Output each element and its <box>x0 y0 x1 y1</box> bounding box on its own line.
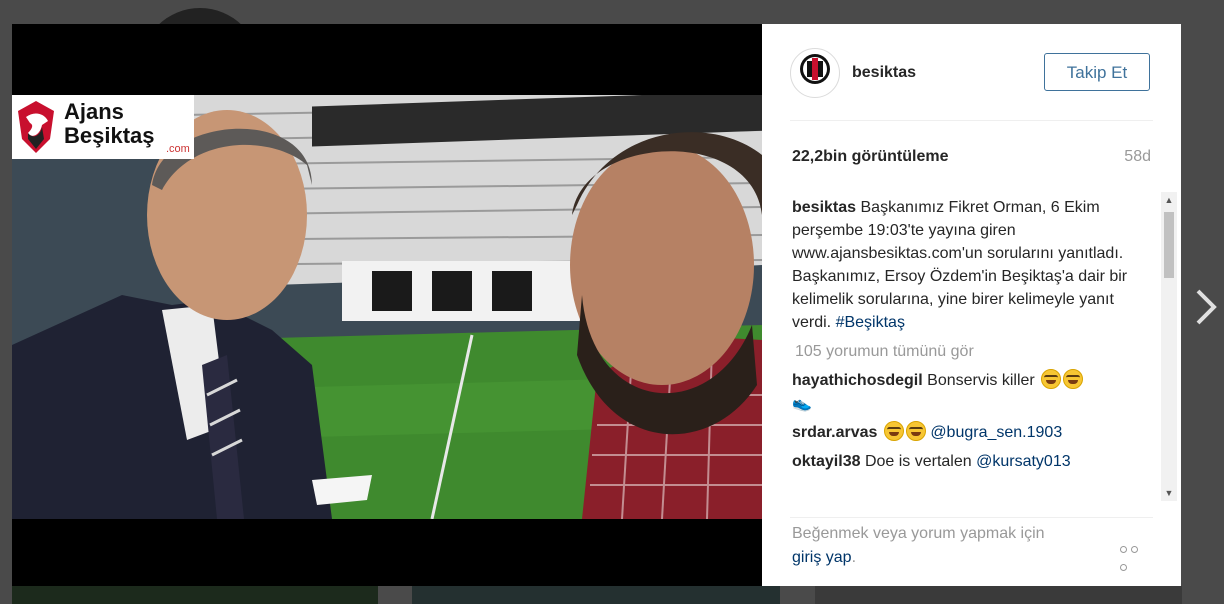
more-options-icon[interactable] <box>1120 540 1152 571</box>
username[interactable]: besiktas <box>852 64 916 82</box>
post-footer: Beğenmek veya yorum yapmak için giriş ya… <box>790 517 1153 587</box>
shoe-emoji-icon: 👟 <box>792 395 812 412</box>
video-player[interactable]: Ajans Beşiktaş .com <box>12 24 762 586</box>
logo-text: Ajans Beşiktaş <box>64 100 155 148</box>
comments-scrollbar[interactable]: ▲ ▼ <box>1161 192 1177 501</box>
background-post-tile <box>815 586 1182 604</box>
scroll-up-arrow-icon[interactable]: ▲ <box>1161 192 1177 208</box>
comment-mention[interactable]: @bugra_sen.1903 <box>930 424 1062 441</box>
video-frame[interactable]: Ajans Beşiktaş .com <box>12 95 762 519</box>
login-link[interactable]: giriş yap <box>792 549 852 566</box>
comment-text: Bonservis killer <box>927 372 1035 389</box>
laughing-emoji-icon <box>1041 369 1062 389</box>
laughing-emoji-icon <box>883 421 904 441</box>
comment-author[interactable]: hayathichosdegil <box>792 372 923 389</box>
logo-suffix: .com <box>166 143 190 155</box>
laughing-emoji-icon <box>1063 369 1084 389</box>
post-age[interactable]: 58d <box>1124 148 1151 166</box>
caption-text: Başkanımız Fikret Orman, 6 Ekim perşembe… <box>792 199 1128 331</box>
comment-mention[interactable]: @kursaty013 <box>976 453 1071 470</box>
avatar[interactable] <box>790 48 840 98</box>
post-caption: besiktas Başkanımız Fikret Orman, 6 Ekim… <box>792 196 1154 334</box>
logo-line-1: Ajans <box>64 99 124 124</box>
comment-item: oktayil38 Doe is vertalen @kursaty013 <box>792 450 1154 473</box>
eagle-logo-icon <box>18 101 54 153</box>
ajans-besiktas-logo: Ajans Beşiktaş .com <box>12 95 194 159</box>
comment-item: srdar.arvas @bugra_sen.1903 <box>792 421 1154 444</box>
besiktas-crest-icon <box>792 50 838 96</box>
post-details-panel: besiktas Takip Et 22,2bin görüntüleme 58… <box>762 24 1181 586</box>
chevron-right-icon[interactable] <box>1192 287 1220 327</box>
background-post-tile <box>412 586 780 604</box>
background-post-tile <box>12 586 378 604</box>
comment-text: Doe is vertalen <box>864 453 972 470</box>
logo-line-2: Beşiktaş <box>64 123 155 148</box>
login-suffix: . <box>851 549 857 566</box>
scroll-down-arrow-icon[interactable]: ▼ <box>1161 485 1177 501</box>
comments-list[interactable]: besiktas Başkanımız Fikret Orman, 6 Ekim… <box>792 192 1154 501</box>
comment-author[interactable]: oktayil38 <box>792 453 860 470</box>
caption-hashtag[interactable]: #Beşiktaş <box>836 314 905 331</box>
login-prompt: Beğenmek veya yorum yapmak için giriş ya… <box>792 522 1102 570</box>
view-count: 22,2bin görüntüleme <box>792 148 949 165</box>
login-prompt-text: Beğenmek veya yorum yapmak için <box>792 525 1045 542</box>
view-all-comments-link[interactable]: 105 yorumun tümünü gör <box>795 340 1154 363</box>
scrollbar-thumb[interactable] <box>1164 212 1174 278</box>
post-header: besiktas Takip Et <box>790 48 1153 121</box>
laughing-emoji-icon <box>905 421 926 441</box>
follow-button[interactable]: Takip Et <box>1044 53 1150 91</box>
comment-author[interactable]: srdar.arvas <box>792 424 877 441</box>
caption-author[interactable]: besiktas <box>792 199 856 216</box>
comment-item: hayathichosdegil Bonservis killer 👟 <box>792 369 1154 415</box>
